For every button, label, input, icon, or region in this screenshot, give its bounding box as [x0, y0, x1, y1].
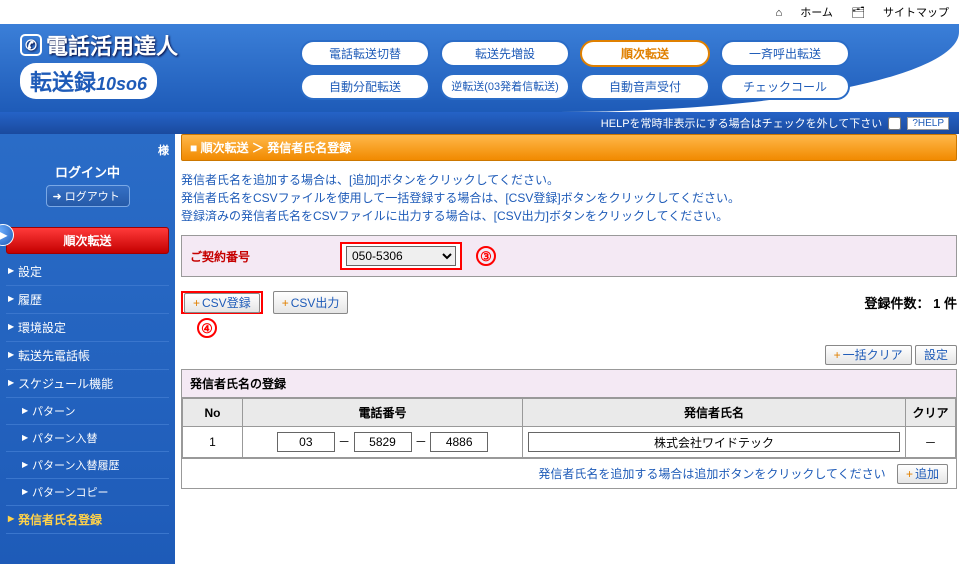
contract-label: ご契約番号 — [190, 248, 340, 265]
annotation-4: ④ — [197, 318, 217, 338]
phone-icon: ✆ — [20, 34, 42, 56]
menu-item-6[interactable]: パターン入替 — [6, 425, 169, 452]
th-phone: 電話番号 — [243, 399, 523, 427]
nav-btn-2[interactable]: 順次転送 — [580, 40, 710, 67]
menu-item-7[interactable]: パターン入替履歴 — [6, 452, 169, 479]
table-row: 1 － － － — [183, 427, 956, 458]
home-link[interactable]: ⌂ ホーム — [776, 7, 833, 19]
cell-phone: － － — [243, 427, 523, 458]
nav-btn-4[interactable]: 自動分配転送 — [300, 73, 430, 100]
settei-button[interactable]: 設定 — [915, 345, 957, 365]
contract-select[interactable]: 050-5306 — [346, 246, 456, 266]
nav-btn-6[interactable]: 自動音声受付 — [580, 73, 710, 100]
cell-no: 1 — [183, 427, 243, 458]
logo: ✆電話活用達人 転送録10so6 — [20, 29, 178, 99]
menu-item-5[interactable]: パターン — [6, 398, 169, 425]
nav-btn-7[interactable]: チェックコール — [720, 73, 850, 100]
user-suffix: 様 — [158, 145, 169, 157]
menu-item-3[interactable]: 転送先電話帳 — [6, 342, 169, 370]
phone-input-1[interactable] — [277, 432, 335, 452]
record-count: 登録件数： 1 件 — [864, 293, 957, 312]
annotation-3: ③ — [476, 246, 496, 266]
add-hint: 発信者氏名を追加する場合は追加ボタンをクリックしてください — [538, 467, 885, 481]
bulk-clear-button[interactable]: +一括クリア — [825, 345, 912, 365]
help-button[interactable]: ?HELP — [907, 117, 949, 130]
th-clear: クリア — [906, 399, 956, 427]
csv-register-button[interactable]: +CSV登録 — [184, 293, 260, 313]
section-title: 発信者氏名の登録 — [182, 370, 956, 398]
csv-export-button[interactable]: +CSV出力 — [273, 291, 349, 314]
phone-input-2[interactable] — [354, 432, 412, 452]
logout-button[interactable]: ➜ ログアウト — [46, 185, 130, 207]
name-input[interactable] — [528, 432, 900, 452]
sitemap-link[interactable]: 🗂 サイトマップ — [851, 7, 949, 19]
login-status: ログイン中 — [6, 162, 169, 181]
nav-btn-5[interactable]: 逆転送(03発着信転送) — [440, 73, 570, 100]
menu-item-8[interactable]: パターンコピー — [6, 479, 169, 506]
menu-item-2[interactable]: 環境設定 — [6, 314, 169, 342]
phone-input-3[interactable] — [430, 432, 488, 452]
help-bar-text: HELPを常時非表示にする場合はチェックを外して下さい — [601, 115, 883, 131]
th-name: 発信者氏名 — [523, 399, 906, 427]
th-no: No — [183, 399, 243, 427]
menu-item-9[interactable]: 発信者氏名登録 — [6, 506, 169, 534]
add-button[interactable]: +追加 — [897, 464, 948, 484]
help-visible-checkbox[interactable] — [888, 117, 901, 130]
breadcrumb: ■ 順次転送 ＞ 発信者氏名登録 — [181, 134, 957, 161]
nav-btn-1[interactable]: 転送先増設 — [440, 40, 570, 67]
menu-item-1[interactable]: 履歴 — [6, 286, 169, 314]
nav-btn-3[interactable]: 一斉呼出転送 — [720, 40, 850, 67]
menu-item-0[interactable]: 設定 — [6, 258, 169, 286]
menu-header: 順次転送 — [6, 227, 169, 254]
cell-name — [523, 427, 906, 458]
menu-item-4[interactable]: スケジュール機能 — [6, 370, 169, 398]
instructions: 発信者氏名を追加する場合は、[追加]ボタンをクリックしてください。 発信者氏名を… — [181, 171, 957, 225]
nav-btn-0[interactable]: 電話転送切替 — [300, 40, 430, 67]
cell-clear[interactable]: － — [906, 427, 956, 458]
